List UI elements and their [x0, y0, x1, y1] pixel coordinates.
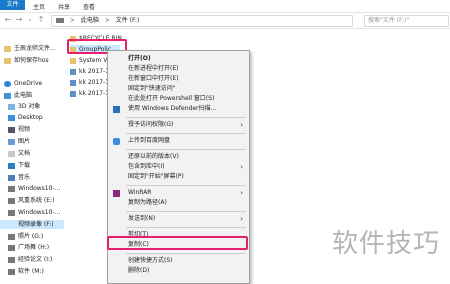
nav-item[interactable]: 如何保存hos [4, 56, 49, 65]
folder-icon [70, 57, 76, 64]
menu-separator [126, 253, 246, 254]
ribbon-tabs: 文件 主页 共享 查看 [0, 0, 450, 13]
nav-item[interactable]: 风重系统 (E:) [8, 196, 54, 205]
nav-item[interactable]: Windows10-... [8, 208, 60, 217]
nav-item[interactable]: 照片 (G:) [8, 232, 43, 241]
nav-item[interactable]: Windows10-... [8, 184, 60, 193]
breadcrumb-this-pc[interactable]: 此电脑 [81, 17, 99, 24]
chevron-right-icon: › [240, 163, 243, 171]
download-icon [8, 162, 15, 169]
nav-item[interactable]: Desktop [8, 113, 43, 122]
chevron-right-icon: › [240, 189, 243, 197]
nav-item[interactable]: 广场舞 (H:) [8, 243, 49, 252]
drive-icon [8, 268, 15, 275]
menu-item-include-library[interactable]: 包含到库中(I) › [108, 162, 249, 172]
shield-icon [113, 106, 120, 113]
nav-item[interactable]: 音乐 [8, 173, 30, 182]
search-input[interactable]: 搜索"文件 (F:)" [364, 15, 449, 27]
nav-item-selected[interactable]: 视频录像 (F:) [0, 220, 64, 229]
nav-item[interactable]: 文档 [8, 149, 30, 158]
forward-arrow-icon[interactable]: → [14, 15, 24, 25]
music-icon [8, 174, 15, 181]
address-row: ← → ⌄ ↑ > 此电脑 > 文件 (F:) 搜索"文件 (F:)" [0, 13, 450, 29]
menu-item-restore[interactable]: 还原以前的版本(V) [108, 152, 249, 162]
menu-item-delete[interactable]: 删除(D) [108, 266, 249, 276]
drive-icon [8, 222, 15, 228]
path-separator: > [104, 17, 110, 24]
tab-view[interactable]: 查看 [83, 2, 95, 11]
nav-item-onedrive[interactable]: OneDrive [4, 79, 42, 88]
menu-item-pin-start[interactable]: 固定到"开始"屏幕(P) [108, 172, 249, 182]
menu-separator [126, 227, 246, 228]
cloud-icon [4, 80, 11, 87]
nav-item[interactable]: 经验论文 (I:) [8, 255, 52, 264]
nav-item-this-pc[interactable]: 此电脑 [4, 91, 32, 100]
up-arrow-icon[interactable]: ↑ [36, 15, 46, 25]
nav-item[interactable]: 视频 [8, 125, 30, 134]
cube-icon [8, 103, 15, 110]
video-icon [8, 126, 15, 133]
watermark: 软件技巧 [331, 229, 440, 259]
nav-item[interactable]: 软件 (M:) [8, 267, 44, 276]
chevron-down-icon[interactable]: ⌄ [25, 15, 35, 25]
navigation-pane: 壬辰龙师文件... 如何保存hos OneDrive 此电脑 3D 对象 Des… [0, 29, 64, 282]
document-icon [8, 150, 15, 157]
menu-item-powershell[interactable]: 在此处打开 Powershell 窗口(S) [108, 94, 249, 104]
menu-item-grant-access[interactable]: 授予访问权限(G) › [108, 120, 249, 130]
path-separator: > [69, 17, 75, 24]
menu-item-defender[interactable]: 使用 Windows Defender扫描... [108, 104, 249, 114]
menu-separator [126, 185, 246, 186]
menu-separator [126, 211, 246, 212]
back-arrow-icon[interactable]: ← [3, 15, 13, 25]
folder-icon [4, 57, 11, 64]
video-file-icon [70, 90, 76, 97]
drive-icon [8, 256, 15, 263]
copy-highlight [107, 236, 248, 250]
menu-item-copy-path[interactable]: 复制为路径(A) [108, 198, 249, 208]
menu-item-winrar[interactable]: WinRAR › [108, 188, 249, 198]
chevron-right-icon: › [240, 215, 243, 223]
drive-icon [8, 244, 15, 251]
desktop-icon [8, 114, 15, 121]
menu-item-create-shortcut[interactable]: 创建快捷方式(S) [108, 256, 249, 266]
menu-item-send-to[interactable]: 发送到(N) › [108, 214, 249, 224]
breadcrumb-drive[interactable]: 文件 (F:) [116, 17, 140, 24]
menu-separator [126, 133, 246, 134]
nav-item[interactable]: 下载 [8, 161, 30, 170]
menu-item-pin-quick-access[interactable]: 固定到"快速访问" [108, 84, 249, 94]
winrar-icon [113, 190, 120, 197]
menu-item-open[interactable]: 打开(O) [108, 54, 249, 64]
tab-home[interactable]: 主页 [33, 2, 45, 11]
address-bar[interactable]: > 此电脑 > 文件 (F:) [51, 15, 353, 27]
nav-item[interactable]: 壬辰龙师文件... [4, 44, 56, 53]
cloud-upload-icon [113, 138, 120, 145]
video-file-icon [70, 68, 76, 75]
menu-separator [126, 117, 246, 118]
menu-separator [126, 149, 246, 150]
drive-icon [8, 185, 15, 192]
tab-share[interactable]: 共享 [58, 2, 70, 11]
chevron-right-icon: › [240, 121, 243, 129]
menu-item-upload-baidu[interactable]: 上传到百度网盘 [108, 136, 249, 146]
drive-icon [8, 233, 15, 240]
drive-icon [8, 197, 15, 204]
nav-item[interactable]: 图片 [8, 137, 30, 146]
tab-file[interactable]: 文件 [0, 0, 25, 10]
computer-icon [4, 92, 11, 99]
video-file-icon [70, 79, 76, 86]
nav-item[interactable]: 3D 对象 [8, 102, 40, 111]
menu-item-open-new-process[interactable]: 在新进程中打开(E) [108, 64, 249, 74]
computer-icon [56, 18, 64, 23]
drive-icon [8, 209, 15, 216]
folder-icon [4, 45, 11, 52]
picture-icon [8, 138, 15, 145]
menu-item-open-new-window[interactable]: 在新窗口中打开(E) [108, 74, 249, 84]
